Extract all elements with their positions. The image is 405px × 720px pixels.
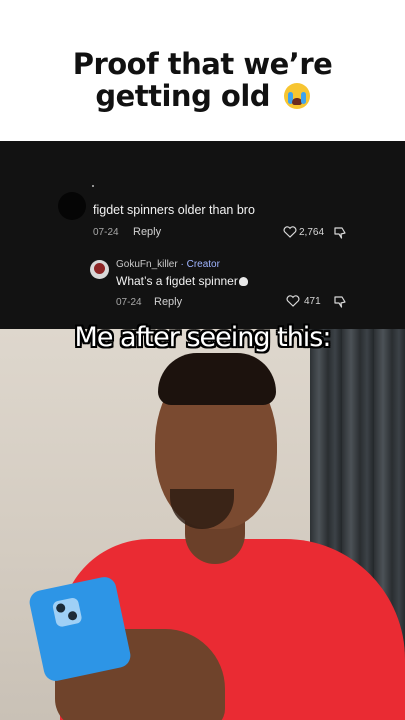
dislike-icon[interactable] [334, 227, 347, 239]
comment-text: figdet spinners older than bro [93, 203, 255, 217]
dislike-icon[interactable] [334, 296, 347, 308]
skull-icon [238, 277, 248, 286]
camera-icon [51, 596, 83, 628]
creator-badge: · Creator [180, 259, 220, 270]
like-count: 471 [304, 296, 321, 307]
reply-button[interactable]: Reply [154, 296, 182, 308]
comment-author: GokuFn_killer · Creator [116, 259, 220, 270]
comment-username: GokuFn_killer [116, 259, 178, 270]
creator-avatar [90, 260, 109, 279]
comment-username [92, 185, 94, 187]
comment-thread-screenshot: figdet spinners older than bro 07-24 Rep… [0, 141, 405, 329]
like-count: 2,764 [299, 227, 325, 238]
comment-text: What’s a figdet spinner [116, 274, 238, 288]
reaction-photo [0, 329, 405, 720]
phone [27, 574, 133, 684]
title-line-1: Proof that we’re [72, 47, 333, 81]
title-line-2-text: getting old [95, 79, 271, 113]
title-area: Proof that we’re getting old [0, 0, 405, 140]
avatar [58, 192, 86, 220]
comment-date: 07-24 [116, 297, 142, 308]
reply-button[interactable]: Reply [133, 226, 161, 238]
heart-icon[interactable] [283, 226, 297, 238]
hair [158, 353, 276, 405]
title-line-2: getting old [0, 80, 405, 112]
comment-text-row: What’s a figdet spinner [116, 274, 248, 288]
meme-caption: Me after seeing this: [74, 322, 332, 353]
heart-icon[interactable] [286, 295, 300, 307]
loudly-crying-face-icon [283, 83, 310, 109]
comment-date: 07-24 [93, 227, 119, 238]
